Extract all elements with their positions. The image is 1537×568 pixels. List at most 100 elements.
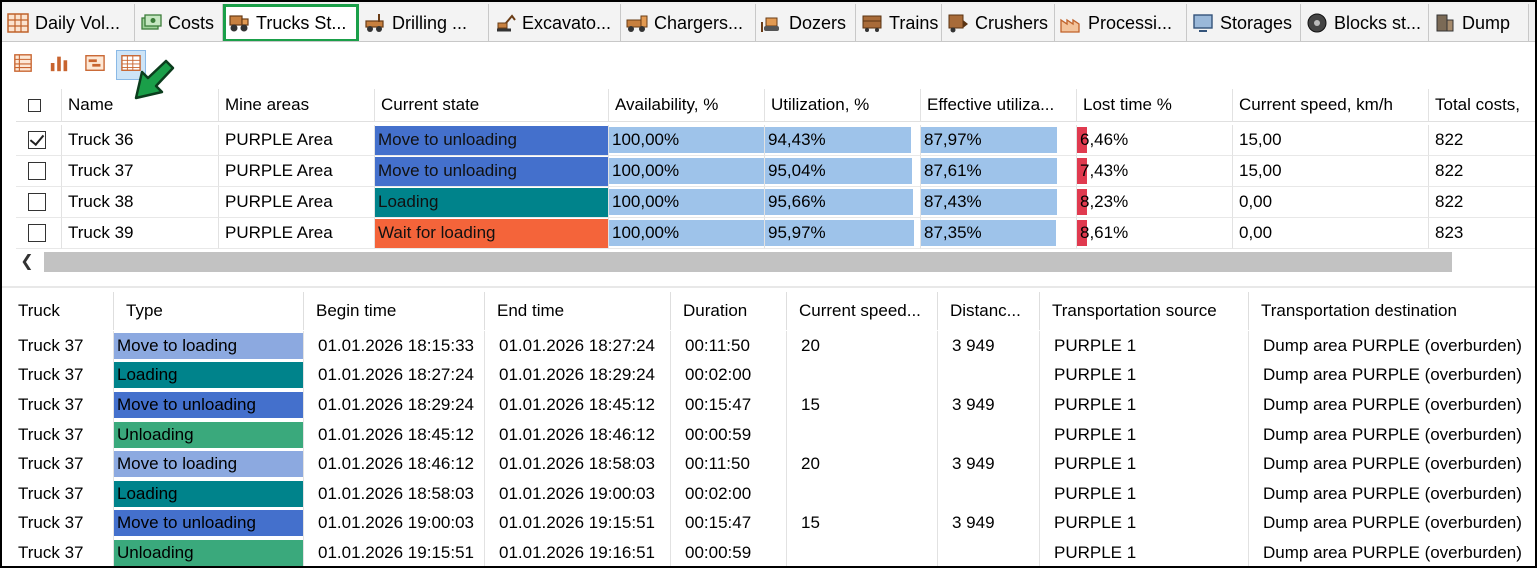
truck-cell: Truck 37 (16, 508, 114, 539)
column-header[interactable]: Current state (375, 89, 609, 122)
begin-cell: 01.01.2026 18:15:33 (304, 331, 485, 361)
column-header[interactable]: Availability, % (609, 89, 765, 122)
begin-cell: 01.01.2026 19:00:03 (304, 508, 485, 539)
tab-crushers[interactable]: Crushers (942, 4, 1055, 41)
table-row[interactable]: Truck 36 PURPLE Area Move to unloading 100,… (16, 125, 1535, 156)
tab-costs[interactable]: Costs (135, 4, 223, 41)
state-badge: Move to unloading (375, 156, 608, 186)
table-view-button[interactable] (8, 50, 38, 80)
column-header[interactable]: Transportation destination (1249, 292, 1535, 330)
source-value: PURPLE 1 (1054, 542, 1137, 562)
begin-value: 01.01.2026 18:45:12 (318, 424, 474, 444)
row-checkbox[interactable] (28, 131, 46, 149)
tab-label: Dozers (789, 12, 847, 33)
table-row[interactable]: Truck 37 Move to loading 01.01.2026 18:15:… (16, 331, 1535, 361)
bar-value: 87,35% (924, 223, 982, 242)
source-value: PURPLE 1 (1054, 513, 1137, 533)
tab-label: Daily Vol... (35, 12, 121, 33)
row-checkbox[interactable] (28, 224, 46, 242)
end-cell: 01.01.2026 18:58:03 (485, 449, 671, 479)
truck-name: Truck 37 (68, 161, 134, 180)
column-header[interactable]: Truck (16, 292, 114, 330)
tab-daily-vol[interactable]: Daily Vol... (2, 4, 135, 41)
state-label: Move to unloading (378, 161, 517, 180)
begin-value: 01.01.2026 18:27:24 (318, 365, 474, 385)
tab-chargers[interactable]: Chargers... (621, 4, 756, 41)
column-header[interactable]: Current speed, km/h (1233, 89, 1429, 122)
bar-chart-button[interactable] (44, 50, 74, 80)
bar-value: 100,00% (612, 223, 680, 242)
speed-cell (787, 538, 938, 566)
state-type-label: Loading (117, 365, 178, 385)
tab-drilling[interactable]: Drilling ... (359, 4, 489, 41)
gantt-view-button[interactable] (80, 50, 110, 80)
row-checkbox[interactable] (28, 193, 46, 211)
column-header[interactable]: Duration (671, 292, 787, 330)
tab-trucks-st[interactable]: Trucks St... (223, 4, 359, 41)
source-cell: PURPLE 1 (1040, 479, 1249, 509)
column-header[interactable]: Type (114, 292, 304, 330)
source-cell: PURPLE 1 (1040, 331, 1249, 361)
table-cell: Wait for loading (375, 218, 609, 249)
tab-excavato[interactable]: Excavato... (489, 4, 621, 41)
column-header[interactable]: Current speed... (787, 292, 938, 330)
tab-storages[interactable]: Storages (1187, 4, 1301, 41)
state-type-badge: Move to unloading (114, 510, 303, 537)
speed-cell: 15 (787, 390, 938, 420)
table-row[interactable]: Truck 37 Unloading 01.01.2026 19:15:51 01.0… (16, 538, 1535, 566)
horizontal-scrollbar[interactable]: ❮ (16, 250, 1452, 272)
bar-value: 100,00% (612, 161, 680, 180)
duration-cell: 00:11:50 (671, 449, 787, 479)
column-header[interactable]: Distanc... (938, 292, 1040, 330)
end-value: 01.01.2026 19:16:51 (499, 542, 655, 562)
table-cell (16, 187, 62, 218)
table-row[interactable]: Truck 38 PURPLE Area Loading 100,00% 95,66% 8… (16, 187, 1535, 218)
truck-cell: Truck 37 (16, 479, 114, 509)
scroll-left-icon[interactable]: ❮ (16, 251, 38, 271)
table-row[interactable]: Truck 37 PURPLE Area Move to unloading 100,… (16, 156, 1535, 187)
table-cell: 100,00% (609, 187, 765, 218)
row-checkbox[interactable] (28, 162, 46, 180)
column-header[interactable]: Effective utiliza... (921, 89, 1077, 122)
table-row[interactable]: Truck 37 Move to unloading 01.01.2026 18:2… (16, 390, 1535, 420)
table-row[interactable]: Truck 39 PURPLE Area Wait for loading 100,0… (16, 218, 1535, 249)
mine-area: PURPLE Area (225, 161, 333, 180)
tab-blocks-st[interactable]: Blocks st... (1301, 4, 1429, 41)
destination-cell: Dump area PURPLE (overburden) (1249, 390, 1535, 420)
tab-trains[interactable]: Trains (856, 4, 942, 41)
tab-label: Storages (1220, 12, 1293, 33)
table-row[interactable]: Truck 37 Move to unloading 01.01.2026 19:0… (16, 508, 1535, 539)
scrollbar-thumb[interactable] (44, 252, 1452, 272)
table-row[interactable]: Truck 37 Unloading 01.01.2026 18:45:12 01.0… (16, 419, 1535, 450)
column-header[interactable]: Begin time (304, 292, 485, 330)
column-header[interactable]: Mine areas (219, 89, 375, 122)
begin-cell: 01.01.2026 18:45:12 (304, 419, 485, 450)
bar-value: 95,04% (768, 161, 826, 180)
duration-value: 00:11:50 (685, 335, 750, 355)
begin-value: 01.01.2026 18:58:03 (318, 483, 474, 503)
panel-splitter[interactable] (2, 286, 1535, 288)
column-header[interactable]: Utilization, % (765, 89, 921, 122)
tab-label: Drilling ... (392, 12, 468, 33)
bar-value: 6,46% (1080, 130, 1129, 149)
bar-cell: 100,00% (609, 187, 764, 217)
column-header[interactable]: Total costs, (1429, 89, 1535, 122)
excavator-icon (493, 12, 517, 34)
tab-dump[interactable]: Dump (1429, 4, 1529, 41)
column-header-label: Begin time (316, 301, 397, 320)
column-header[interactable]: Lost time % (1077, 89, 1233, 122)
tab-processi[interactable]: Processi... (1055, 4, 1187, 41)
tab-dozers[interactable]: Dozers (756, 4, 856, 41)
charger-truck-icon (625, 12, 649, 34)
column-header[interactable]: Transportation source (1040, 292, 1249, 330)
select-all-checkbox[interactable] (28, 98, 41, 112)
table-row[interactable]: Truck 37 Move to loading 01.01.2026 18:46:… (16, 449, 1535, 479)
bar-cell: 87,43% (921, 187, 1076, 217)
column-header[interactable]: End time (485, 292, 671, 330)
column-header[interactable]: Name (62, 89, 219, 122)
table-row[interactable]: Truck 37 Loading 01.01.2026 18:27:24 01.01.… (16, 360, 1535, 391)
truck-cell: Truck 37 (16, 449, 114, 479)
table-row[interactable]: Truck 37 Loading 01.01.2026 18:58:03 01.01.… (16, 479, 1535, 509)
select-all-column[interactable] (16, 89, 62, 122)
truck-name: Truck 36 (68, 130, 134, 149)
